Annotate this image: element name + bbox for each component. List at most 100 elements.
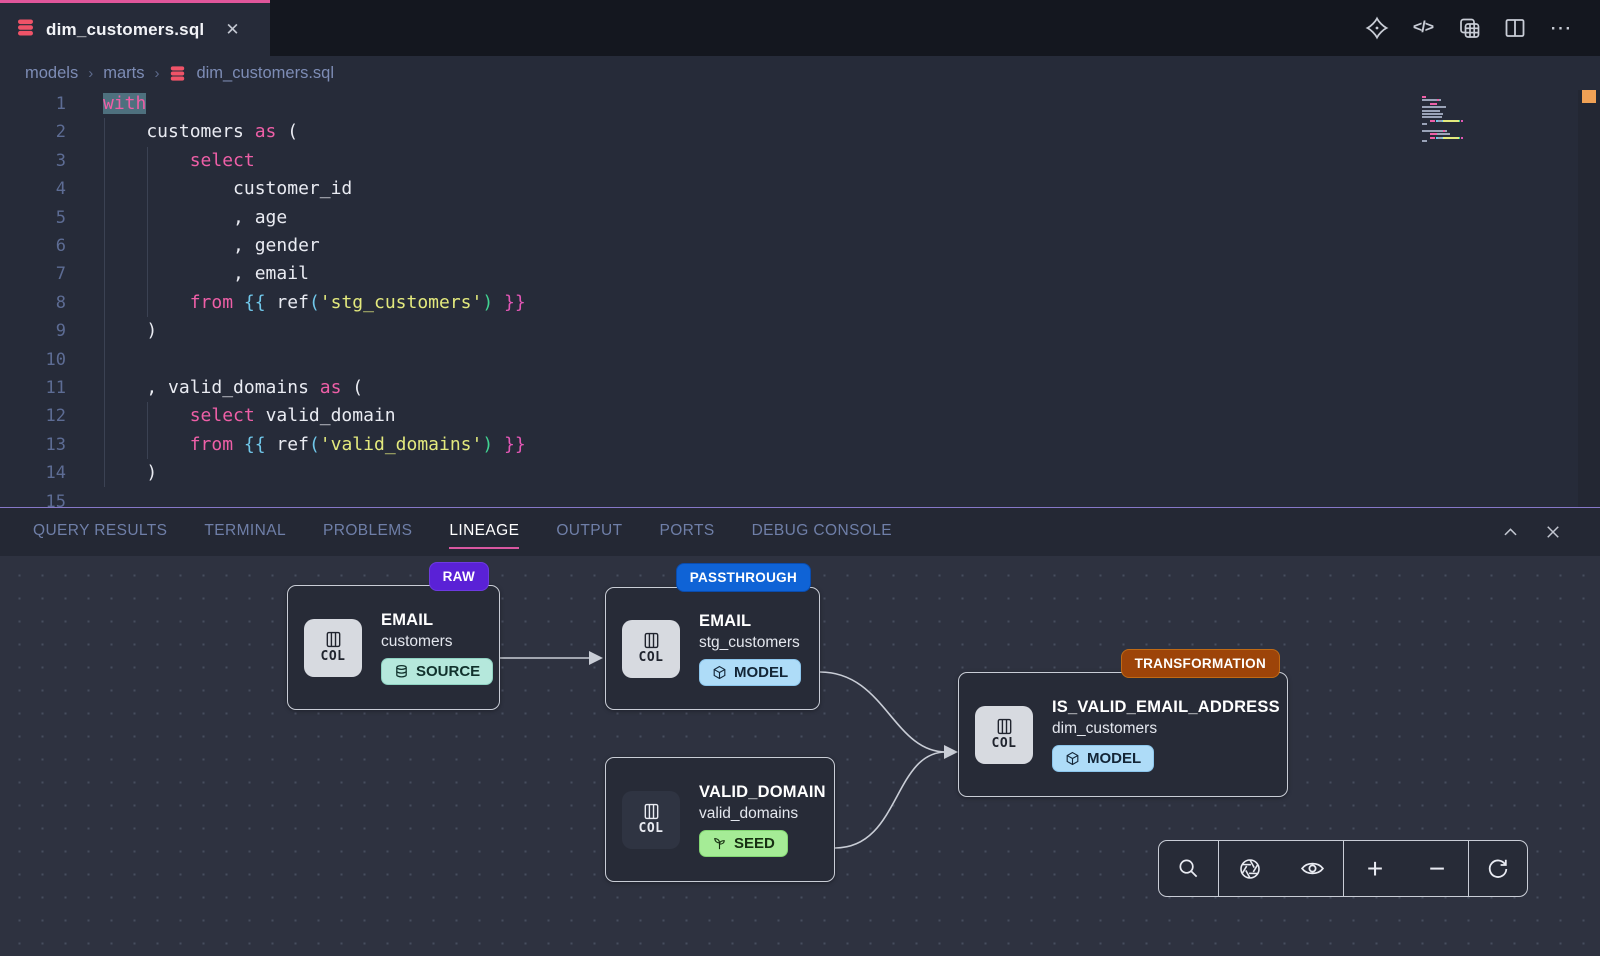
code-line[interactable]: 2 customers as ( xyxy=(0,118,1410,146)
code-line[interactable]: 1with xyxy=(0,90,1410,118)
column-icon: COL xyxy=(304,619,362,677)
tab-dim-customers[interactable]: dim_customers.sql ✕ xyxy=(0,0,270,56)
line-number: 6 xyxy=(0,232,66,260)
code-line[interactable]: 11 , valid_domains as ( xyxy=(0,374,1410,402)
node-title: IS_VALID_EMAIL_ADDRESS xyxy=(1052,698,1280,717)
line-number: 9 xyxy=(0,317,66,345)
node-subtitle: customers xyxy=(381,633,493,651)
lineage-node-dim-customers[interactable]: TRANSFORMATION COL IS_VALID_EMAIL_ADDRES… xyxy=(958,672,1288,797)
node-title: EMAIL xyxy=(381,611,493,630)
node-subtitle: valid_domains xyxy=(699,805,826,823)
code-icon[interactable]: </> xyxy=(1410,15,1436,41)
line-number: 5 xyxy=(0,204,66,232)
lineage-node-stg-customers[interactable]: PASSTHROUGH COL EMAIL stg_customers MODE… xyxy=(605,587,820,710)
editor-tab-bar: dim_customers.sql ✕ </> xyxy=(0,0,1600,56)
minimap-line xyxy=(1422,137,1463,139)
dbt-logo-icon[interactable] xyxy=(1364,15,1390,41)
code-line[interactable]: 12 select valid_domain xyxy=(0,402,1410,430)
line-number: 13 xyxy=(0,431,66,459)
breadcrumb-separator: › xyxy=(88,65,93,82)
panel-tab-query-results[interactable]: QUERY RESULTS xyxy=(33,516,167,549)
badge-model: MODEL xyxy=(1052,745,1154,772)
tag-raw: RAW xyxy=(429,562,489,591)
code-line[interactable]: 6 , gender xyxy=(0,232,1410,260)
code-line[interactable]: 7 , email xyxy=(0,260,1410,288)
breadcrumb-marts[interactable]: marts xyxy=(103,64,144,83)
panel-tab-problems[interactable]: PROBLEMS xyxy=(323,516,412,549)
minimap-line xyxy=(1422,110,1440,112)
bottom-panel-header: QUERY RESULTS TERMINAL PROBLEMS LINEAGE OUTP… xyxy=(0,507,1600,556)
breadcrumb-file[interactable]: dim_customers.sql xyxy=(196,64,334,83)
line-number: 12 xyxy=(0,402,66,430)
code-line[interactable]: 5 , age xyxy=(0,204,1410,232)
code-line[interactable]: 10 xyxy=(0,346,1410,374)
copy-table-icon[interactable] xyxy=(1456,15,1482,41)
minimap-line xyxy=(1422,106,1446,108)
database-icon xyxy=(169,65,186,82)
eye-icon[interactable] xyxy=(1292,849,1332,889)
lineage-canvas[interactable]: RAW COL EMAIL customers SOURCE PAS xyxy=(0,556,1600,956)
breadcrumb-separator: › xyxy=(154,65,159,82)
panel-close-icon[interactable] xyxy=(1544,523,1562,542)
lineage-node-customers[interactable]: RAW COL EMAIL customers SOURCE xyxy=(287,585,500,710)
more-actions-icon[interactable]: ⋯ xyxy=(1548,15,1574,41)
chevron-up-icon[interactable] xyxy=(1501,523,1520,542)
node-title: EMAIL xyxy=(699,612,801,631)
minimap-line xyxy=(1422,103,1437,105)
minimap-line xyxy=(1422,123,1427,125)
minimap-line xyxy=(1422,120,1463,122)
code-line[interactable]: 9 ) xyxy=(0,317,1410,345)
code-line[interactable]: 8 from {{ ref('stg_customers') }} xyxy=(0,289,1410,317)
minimap-line xyxy=(1422,133,1450,135)
search-icon[interactable] xyxy=(1169,849,1209,889)
line-number: 14 xyxy=(0,459,66,487)
tag-transformation: TRANSFORMATION xyxy=(1121,649,1280,678)
line-number: 8 xyxy=(0,289,66,317)
tab-title: dim_customers.sql xyxy=(46,20,204,40)
aperture-icon[interactable] xyxy=(1230,849,1270,889)
badge-source: SOURCE xyxy=(381,658,493,685)
breadcrumb: models › marts › dim_customers.sql xyxy=(0,56,1600,90)
panel-tab-lineage[interactable]: LINEAGE xyxy=(449,516,519,549)
column-icon: COL xyxy=(975,706,1033,764)
selection-marker xyxy=(1582,90,1596,103)
cube-icon xyxy=(1065,751,1080,766)
line-number: 2 xyxy=(0,118,66,146)
breadcrumb-models[interactable]: models xyxy=(25,64,78,83)
panel-tab-terminal[interactable]: TERMINAL xyxy=(204,516,286,549)
badge-model: MODEL xyxy=(699,659,801,686)
panel-tabs: QUERY RESULTS TERMINAL PROBLEMS LINEAGE OUTP… xyxy=(0,516,892,549)
database-icon xyxy=(394,664,409,679)
node-subtitle: stg_customers xyxy=(699,634,801,652)
minimap-line xyxy=(1422,99,1441,101)
code-line[interactable]: 13 from {{ ref('valid_domains') }} xyxy=(0,431,1410,459)
minimap-line xyxy=(1422,96,1426,98)
overview-ruler[interactable] xyxy=(1578,90,1600,507)
code-line[interactable]: 4 customer_id xyxy=(0,175,1410,203)
code-line[interactable]: 3 select xyxy=(0,147,1410,175)
code-editor[interactable]: 1with2 customers as (3 select4 customer_… xyxy=(0,90,1600,507)
seedling-icon xyxy=(712,836,727,851)
tag-passthrough: PASSTHROUGH xyxy=(676,563,811,592)
panel-tab-debug-console[interactable]: DEBUG CONSOLE xyxy=(752,516,892,549)
lineage-node-valid-domains[interactable]: COL VALID_DOMAIN valid_domains SEED xyxy=(605,757,835,882)
minimap[interactable] xyxy=(1422,92,1534,502)
zoom-in-icon[interactable]: + xyxy=(1355,849,1395,889)
code-line[interactable]: 14 ) xyxy=(0,459,1410,487)
minimap-line xyxy=(1422,116,1442,118)
refresh-icon[interactable] xyxy=(1478,849,1518,889)
ide-window: dim_customers.sql ✕ </> xyxy=(0,0,1600,956)
line-number: 10 xyxy=(0,346,66,374)
minimap-line xyxy=(1422,140,1427,142)
cube-icon xyxy=(712,665,727,680)
panel-tab-ports[interactable]: PORTS xyxy=(659,516,714,549)
code-line[interactable]: 15 xyxy=(0,488,1410,507)
zoom-out-icon[interactable]: − xyxy=(1417,849,1457,889)
split-editor-icon[interactable] xyxy=(1502,15,1528,41)
line-number: 15 xyxy=(0,488,66,507)
column-icon: COL xyxy=(622,620,680,678)
line-number: 3 xyxy=(0,147,66,175)
tab-close-icon[interactable]: ✕ xyxy=(225,21,239,38)
line-number: 7 xyxy=(0,260,66,288)
panel-tab-output[interactable]: OUTPUT xyxy=(556,516,622,549)
